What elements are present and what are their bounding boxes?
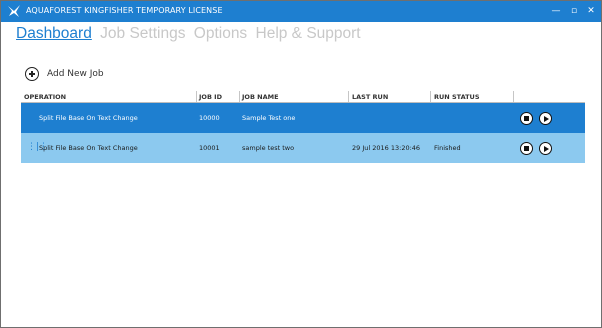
column-header-last-run[interactable]: LAST RUN <box>352 93 388 101</box>
tab-help-support[interactable]: Help & Support <box>256 25 361 42</box>
column-divider <box>348 91 349 102</box>
run-job-button[interactable] <box>539 112 552 125</box>
restore-button[interactable]: ▫ <box>567 3 581 19</box>
kingfisher-logo-icon <box>8 5 20 17</box>
stop-icon <box>524 146 529 151</box>
table-row[interactable]: ⋮|⋮ Split File Base On Text Change 10001… <box>21 133 585 163</box>
run-job-button[interactable] <box>539 142 552 155</box>
cell-run-status: Finished <box>434 144 461 152</box>
jobs-table: OPERATION JOB ID JOB NAME LAST RUN RUN S… <box>21 91 585 163</box>
cell-job-id: 10001 <box>199 144 220 152</box>
cell-last-run: 29 Jul 2016 13:20:46 <box>352 144 421 152</box>
column-header-operation[interactable]: OPERATION <box>24 93 66 101</box>
plus-circle-icon <box>25 67 39 81</box>
column-header-run-status[interactable]: RUN STATUS <box>434 93 480 101</box>
tab-options[interactable]: Options <box>194 25 247 42</box>
title-bar[interactable]: AQUAFOREST KINGFISHER TEMPORARY LICENSE … <box>1 1 601 22</box>
main-nav: Dashboard Job Settings Options Help & Su… <box>16 25 365 45</box>
column-divider <box>513 91 514 102</box>
column-header-job-name[interactable]: JOB NAME <box>242 93 279 101</box>
close-button[interactable]: ✕ <box>584 3 598 19</box>
stop-icon <box>524 116 529 121</box>
play-icon <box>544 145 549 152</box>
cell-operation: Split File Base On Text Change <box>39 144 138 152</box>
cell-job-name: sample test two <box>242 144 295 152</box>
column-divider <box>196 91 197 102</box>
cell-job-id: 10000 <box>199 114 220 122</box>
minimize-button[interactable]: — <box>549 3 563 19</box>
cell-job-name: Sample Test one <box>242 114 296 122</box>
tab-job-settings[interactable]: Job Settings <box>100 25 185 42</box>
stop-job-button[interactable] <box>520 112 533 125</box>
column-divider <box>239 91 240 102</box>
add-new-job-button[interactable]: Add New Job <box>25 65 104 83</box>
add-new-job-label: Add New Job <box>47 69 104 79</box>
tab-dashboard[interactable]: Dashboard <box>16 25 92 42</box>
window-title: AQUAFOREST KINGFISHER TEMPORARY LICENSE <box>26 6 223 15</box>
stop-job-button[interactable] <box>520 142 533 155</box>
column-divider <box>430 91 431 102</box>
cell-operation: Split File Base On Text Change <box>39 114 138 122</box>
table-header: OPERATION JOB ID JOB NAME LAST RUN RUN S… <box>21 91 585 103</box>
column-header-job-id[interactable]: JOB ID <box>199 93 222 101</box>
play-icon <box>544 115 549 122</box>
table-row[interactable]: Split File Base On Text Change 10000 Sam… <box>21 103 585 133</box>
app-window: AQUAFOREST KINGFISHER TEMPORARY LICENSE … <box>0 0 602 328</box>
